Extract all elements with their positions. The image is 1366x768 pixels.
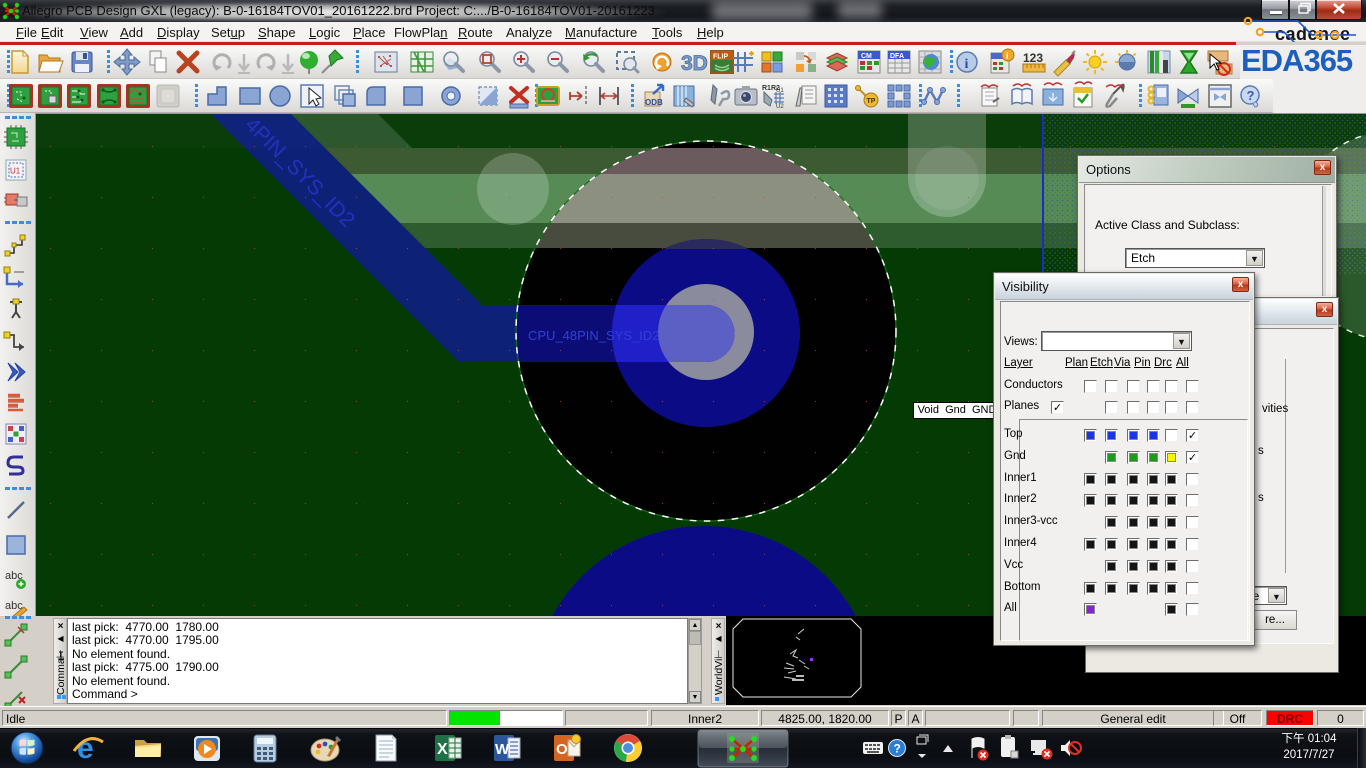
svg-text:O: O <box>556 741 568 758</box>
svg-text:W: W <box>495 741 510 758</box>
svg-text:FLIP: FLIP <box>713 54 728 61</box>
svg-text:U1: U1 <box>776 88 784 94</box>
svg-text:ODB: ODB <box>645 98 663 107</box>
svg-text:CM: CM <box>861 53 872 60</box>
svg-text:cadence: cadence <box>1275 24 1351 42</box>
svg-text:U2: U2 <box>776 104 784 110</box>
svg-text:i: i <box>965 57 969 72</box>
svg-text:123: 123 <box>1023 51 1043 65</box>
svg-text:TP: TP <box>867 98 876 105</box>
svg-text:3D: 3D <box>681 52 708 75</box>
svg-text:X: X <box>437 741 448 758</box>
svg-text:CPU_48PIN_SYS_ID2: CPU_48PIN_SYS_ID2 <box>528 328 660 343</box>
svg-text:?: ? <box>1247 88 1255 103</box>
svg-text:DFA: DFA <box>890 53 904 60</box>
svg-text:?: ? <box>894 742 901 756</box>
svg-text:U1: U1 <box>10 167 21 176</box>
svg-text:e: e <box>77 732 94 765</box>
